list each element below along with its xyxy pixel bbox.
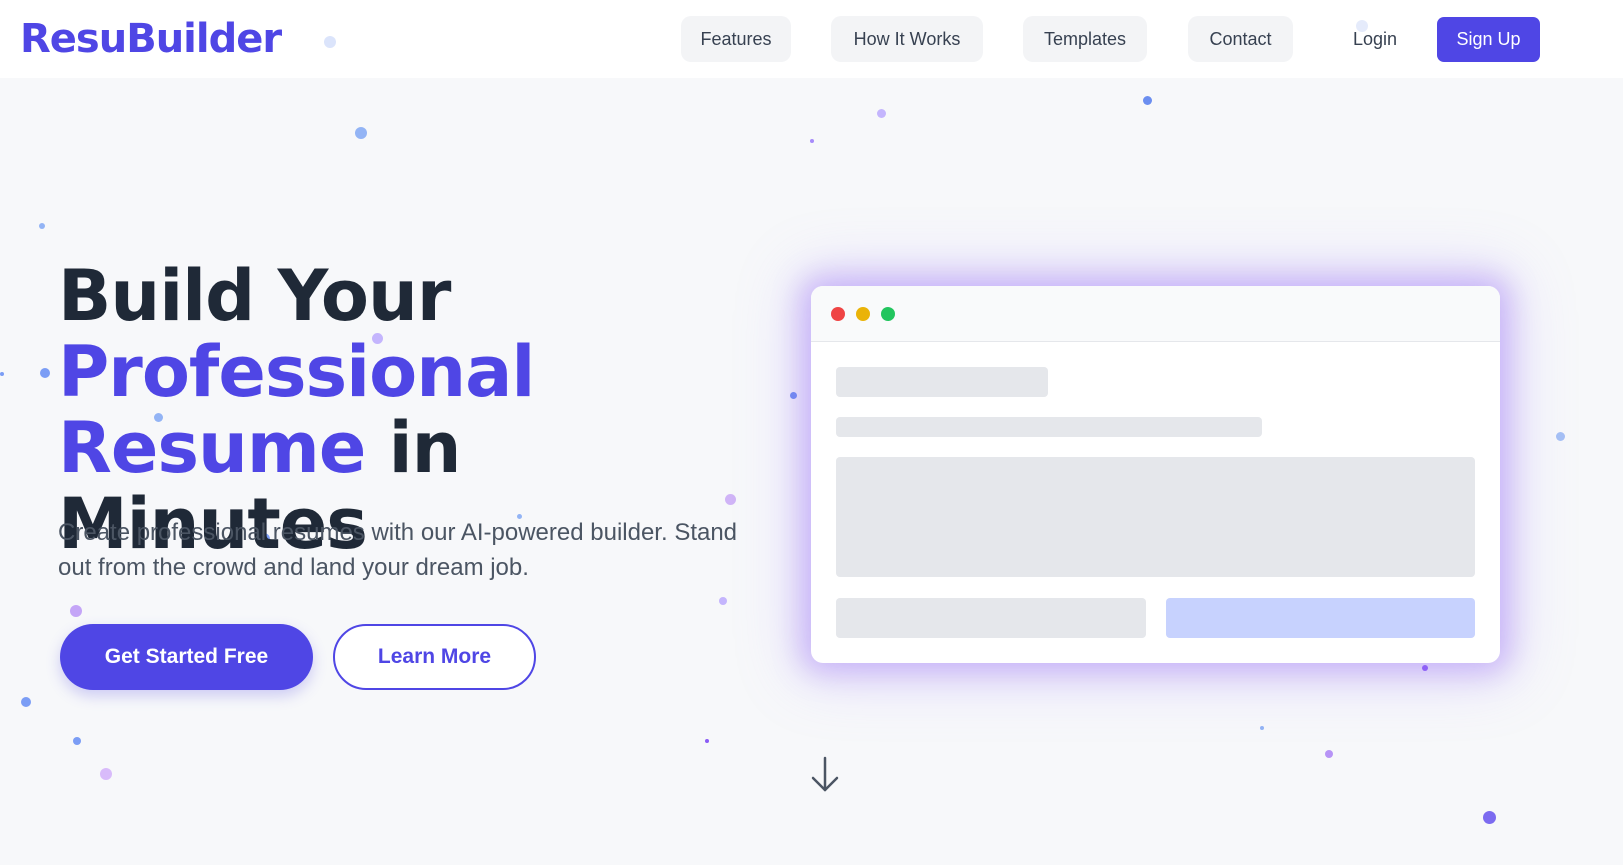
login-link[interactable]: Login xyxy=(1330,16,1420,62)
hero-title-accent-resume: Resume xyxy=(58,407,366,489)
arrow-down-icon[interactable] xyxy=(810,755,840,795)
skeleton-line xyxy=(836,417,1262,437)
get-started-button[interactable]: Get Started Free xyxy=(60,624,313,690)
signup-button[interactable]: Sign Up xyxy=(1437,17,1540,62)
window-maximize-dot xyxy=(881,307,895,321)
nav-link-features[interactable]: Features xyxy=(681,16,791,62)
resume-preview-mockup xyxy=(811,286,1500,663)
window-close-dot xyxy=(831,307,845,321)
skeleton-heading xyxy=(836,367,1048,397)
mockup-window-bar xyxy=(811,286,1500,342)
skeleton-footer-right xyxy=(1166,598,1475,638)
hero-subtitle: Create professional resumes with our AI-… xyxy=(58,519,738,581)
hero-title-line1: Build Your xyxy=(58,255,451,337)
top-navbar: ResuBuilder Features How It Works Templa… xyxy=(0,0,1623,78)
nav-link-templates[interactable]: Templates xyxy=(1023,16,1147,62)
brand-logo[interactable]: ResuBuilder xyxy=(20,14,282,64)
learn-more-button[interactable]: Learn More xyxy=(333,624,536,690)
window-minimize-dot xyxy=(856,307,870,321)
nav-link-how-it-works[interactable]: How It Works xyxy=(831,16,983,62)
nav-link-contact[interactable]: Contact xyxy=(1188,16,1293,62)
hero-title-accent-professional: Professional xyxy=(58,331,535,413)
skeleton-footer-left xyxy=(836,598,1146,638)
skeleton-content-block xyxy=(836,457,1475,577)
